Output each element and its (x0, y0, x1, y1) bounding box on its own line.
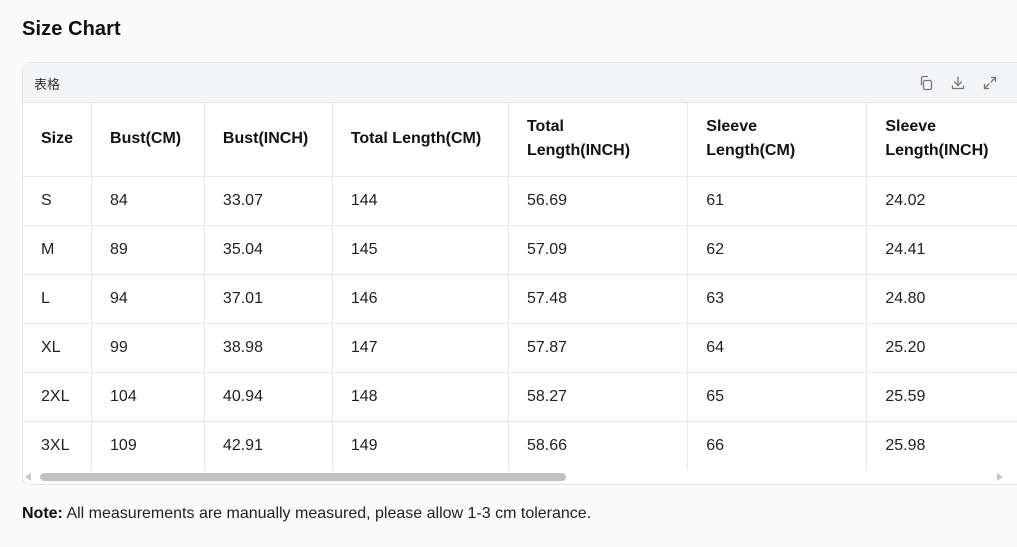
note-text: All measurements are manually measured, … (62, 505, 592, 522)
table-cell: 24.80 (866, 274, 1017, 324)
table-cell: 24.02 (866, 176, 1017, 226)
column-header: Total Length(INCH) (508, 103, 689, 177)
table-cell: 109 (91, 421, 205, 470)
table-cell: 56.69 (508, 176, 689, 226)
table-cell: 58.27 (508, 372, 689, 422)
table-cell: 64 (687, 323, 868, 373)
table-cell: 3XL (23, 421, 93, 470)
table-cell: 145 (332, 225, 509, 275)
table-card: 表格 Size Bust(CM) Bust(INCH) Total Length… (22, 62, 1017, 485)
table-cell: 84 (91, 176, 205, 226)
table-cell: 148 (332, 372, 509, 422)
table-cell: 57.48 (508, 274, 689, 324)
scroll-right-arrow-icon[interactable] (997, 473, 1003, 481)
table-cell: 37.01 (204, 274, 333, 324)
table-card-title: 表格 (34, 78, 61, 93)
table-cell: 149 (332, 421, 509, 470)
table-cell: 63 (687, 274, 868, 324)
column-header: Size (23, 103, 93, 177)
table-cell: 65 (687, 372, 868, 422)
table-cell: 104 (91, 372, 205, 422)
table-row: 3XL 109 42.91 149 58.66 66 25.98 (23, 421, 1017, 470)
table-cell: 35.04 (204, 225, 333, 275)
column-header: Sleeve Length(CM) (687, 103, 868, 177)
scrollbar-thumb[interactable] (40, 473, 566, 481)
table-cell: 42.91 (204, 421, 333, 470)
table-cell: 24.41 (866, 225, 1017, 275)
table-cell: 25.98 (866, 421, 1017, 470)
table-cell: 62 (687, 225, 868, 275)
table-row: L 94 37.01 146 57.48 63 24.80 (23, 274, 1017, 324)
table-cell: 25.20 (866, 323, 1017, 373)
table-cell: 146 (332, 274, 509, 324)
table-cell: 57.09 (508, 225, 689, 275)
table-cell: 2XL (23, 372, 93, 422)
table-cell: XL (23, 323, 93, 373)
table-cell: 38.98 (204, 323, 333, 373)
table-card-header: 表格 (23, 63, 1017, 103)
column-header: Sleeve Length(INCH) (866, 103, 1017, 177)
table-row: S 84 33.07 144 56.69 61 24.02 (23, 176, 1017, 226)
table-row: 2XL 104 40.94 148 58.27 65 25.59 (23, 372, 1017, 422)
column-header: Bust(CM) (91, 103, 205, 177)
table-toolbar (917, 74, 999, 92)
column-header: Total Length(CM) (332, 103, 509, 177)
table-cell: 99 (91, 323, 205, 373)
table-cell: 25.59 (866, 372, 1017, 422)
table-cell: M (23, 225, 93, 275)
table-cell: 33.07 (204, 176, 333, 226)
table-row: XL 99 38.98 147 57.87 64 25.20 (23, 323, 1017, 373)
note-label: Note: (22, 505, 63, 522)
scroll-left-arrow-icon[interactable] (25, 473, 31, 481)
tolerance-note: Note: All measurements are manually meas… (22, 505, 591, 523)
horizontal-scrollbar[interactable] (22, 471, 1006, 483)
table-cell: 66 (687, 421, 868, 470)
expand-icon[interactable] (981, 74, 999, 92)
table-cell: 89 (91, 225, 205, 275)
table-cell: 144 (332, 176, 509, 226)
copy-icon[interactable] (917, 74, 935, 92)
table-cell: 40.94 (204, 372, 333, 422)
table-cell: S (23, 176, 93, 226)
download-icon[interactable] (949, 74, 967, 92)
table-cell: 57.87 (508, 323, 689, 373)
table-row: M 89 35.04 145 57.09 62 24.41 (23, 225, 1017, 275)
table-cell: 58.66 (508, 421, 689, 470)
table-cell: 147 (332, 323, 509, 373)
page-title: Size Chart (22, 18, 121, 40)
table-cell: 61 (687, 176, 868, 226)
table-cell: L (23, 274, 93, 324)
column-header: Bust(INCH) (204, 103, 333, 177)
size-table: Size Bust(CM) Bust(INCH) Total Length(CM… (23, 103, 1017, 470)
table-header-row: Size Bust(CM) Bust(INCH) Total Length(CM… (23, 103, 1017, 177)
table-cell: 94 (91, 274, 205, 324)
